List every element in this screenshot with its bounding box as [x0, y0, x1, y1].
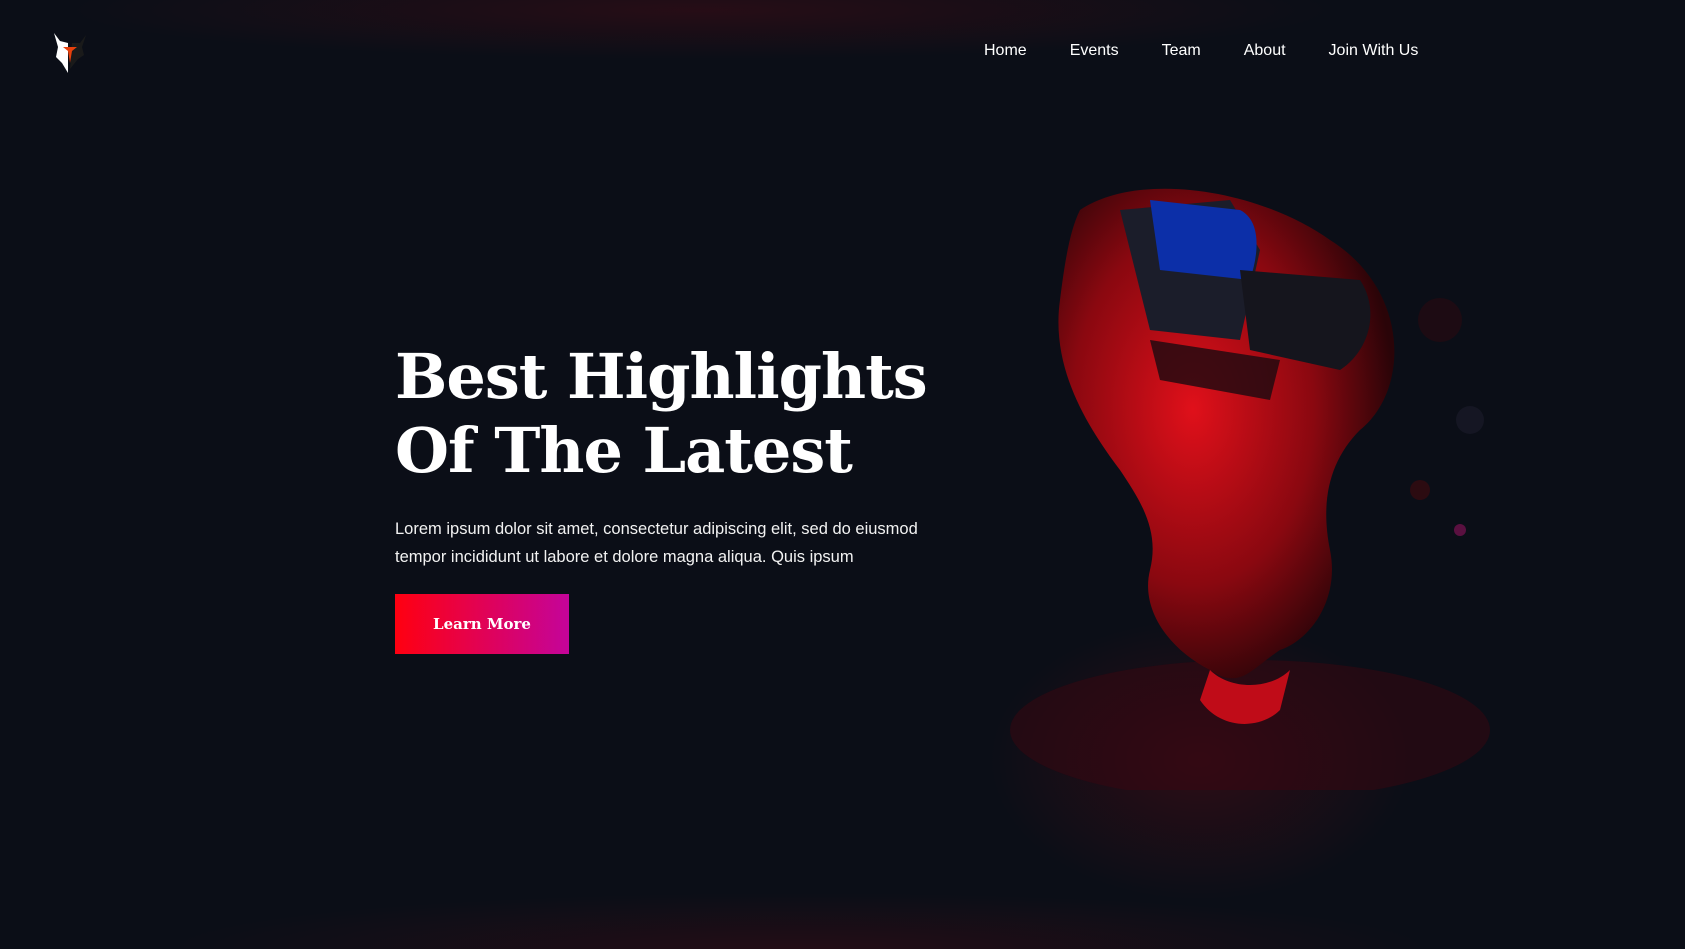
main-nav: Home Events Team About Join With Us — [984, 42, 1461, 60]
wolf-logo-icon[interactable] — [52, 33, 88, 73]
nav-join-with-us[interactable]: Join With Us — [1329, 42, 1419, 60]
nav-events[interactable]: Events — [1070, 42, 1119, 60]
hero-title-line-2: Of The Latest — [395, 414, 853, 487]
hero-title: Best Highlights Of The Latest — [395, 340, 928, 488]
vr-player-illustration — [1010, 188, 1490, 790]
hero-description: Lorem ipsum dolor sit amet, consectetur … — [395, 520, 918, 566]
nav-team[interactable]: Team — [1162, 42, 1201, 60]
learn-more-button[interactable]: Learn More — [395, 594, 569, 654]
nav-about[interactable]: About — [1244, 42, 1286, 60]
hero-title-line-1: Best Highlights — [395, 340, 928, 413]
nav-home[interactable]: Home — [984, 42, 1027, 60]
